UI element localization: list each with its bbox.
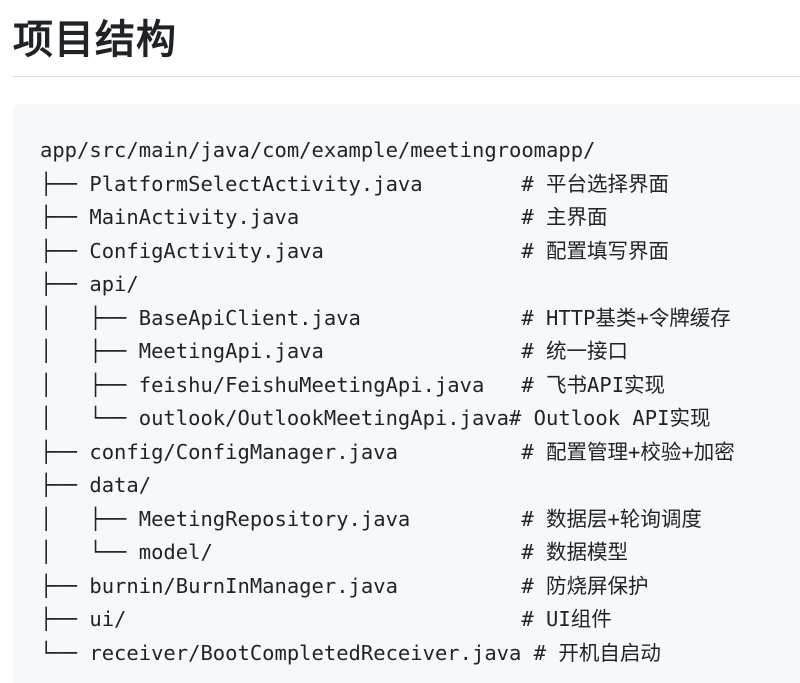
code-line-model-dir: │ └── model/ # 数据模型 [40,540,629,564]
code-line-outlook-meeting-api: │ └── outlook/OutlookMeetingApi.java# Ou… [40,406,711,430]
code-line-burn-in-manager: ├── burnin/BurnInManager.java # 防烧屏保护 [40,573,649,598]
code-line-api-dir: ├── api/ [40,272,139,296]
code-line-ui-dir: ├── ui/ # UI组件 [40,607,612,631]
code-line-boot-completed-receiver: └── receiver/BootCompletedReceiver.java … [40,640,661,665]
code-line-config-activity: ├── ConfigActivity.java # 配置填写界面 [40,238,670,263]
code-line-main-activity: ├── MainActivity.java # 主界面 [40,205,608,229]
code-line-platform-select-activity: ├── PlatformSelectActivity.java # 平台选择界面 [40,171,670,196]
code-line-config-manager: ├── config/ConfigManager.java # 配置管理+校验+… [40,439,735,464]
code-line-meeting-api: │ ├── MeetingApi.java # 统一接口 [40,339,629,363]
code-line-feishu-meeting-api: │ ├── feishu/FeishuMeetingApi.java # 飞书A… [40,372,666,397]
code-line-base-api-client: │ ├── BaseApiClient.java # HTTP基类+令牌缓存 [40,305,731,330]
code-line-root: app/src/main/java/com/example/meetingroo… [40,138,596,162]
page-title: 项目结构 [13,17,177,63]
code-block: app/src/main/java/com/example/meetingroo… [13,104,800,683]
code-line-meeting-repository: │ ├── MeetingRepository.java # 数据层+轮询调度 [40,506,702,531]
code-line-data-dir: ├── data/ [40,473,152,497]
title-divider [13,76,800,77]
